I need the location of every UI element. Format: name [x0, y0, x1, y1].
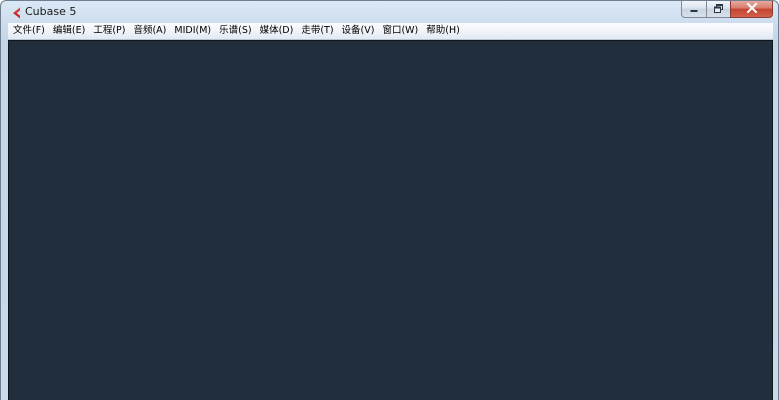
maximize-button[interactable] [706, 1, 730, 18]
cubase-window: Cubase 5 文件(F) 编辑(E) 工程(P) 音频(A) MIDI(M)… [0, 0, 779, 400]
minimize-icon [689, 1, 699, 18]
menu-transport[interactable]: 走带(T) [297, 23, 337, 39]
workspace-area[interactable] [8, 40, 773, 400]
close-button[interactable] [730, 1, 773, 18]
window-title: Cubase 5 [25, 5, 77, 18]
menu-midi[interactable]: MIDI(M) [170, 23, 215, 39]
menu-media[interactable]: 媒体(D) [256, 23, 298, 39]
menu-scores[interactable]: 乐谱(S) [215, 23, 255, 39]
minimize-button[interactable] [681, 1, 706, 18]
menu-devices[interactable]: 设备(V) [338, 23, 379, 39]
menu-edit[interactable]: 编辑(E) [49, 23, 89, 39]
menu-help[interactable]: 帮助(H) [422, 23, 464, 39]
restore-icon [713, 1, 724, 18]
menu-project[interactable]: 工程(P) [89, 23, 129, 39]
window-controls [681, 1, 773, 20]
menu-file[interactable]: 文件(F) [8, 23, 49, 39]
menu-bar: 文件(F) 编辑(E) 工程(P) 音频(A) MIDI(M) 乐谱(S) 媒体… [8, 23, 773, 40]
menu-audio[interactable]: 音频(A) [129, 23, 170, 39]
title-bar[interactable]: Cubase 5 [1, 1, 778, 23]
cubase-logo-icon[interactable] [9, 6, 23, 20]
menu-window[interactable]: 窗口(W) [378, 23, 422, 39]
close-icon [746, 1, 758, 18]
